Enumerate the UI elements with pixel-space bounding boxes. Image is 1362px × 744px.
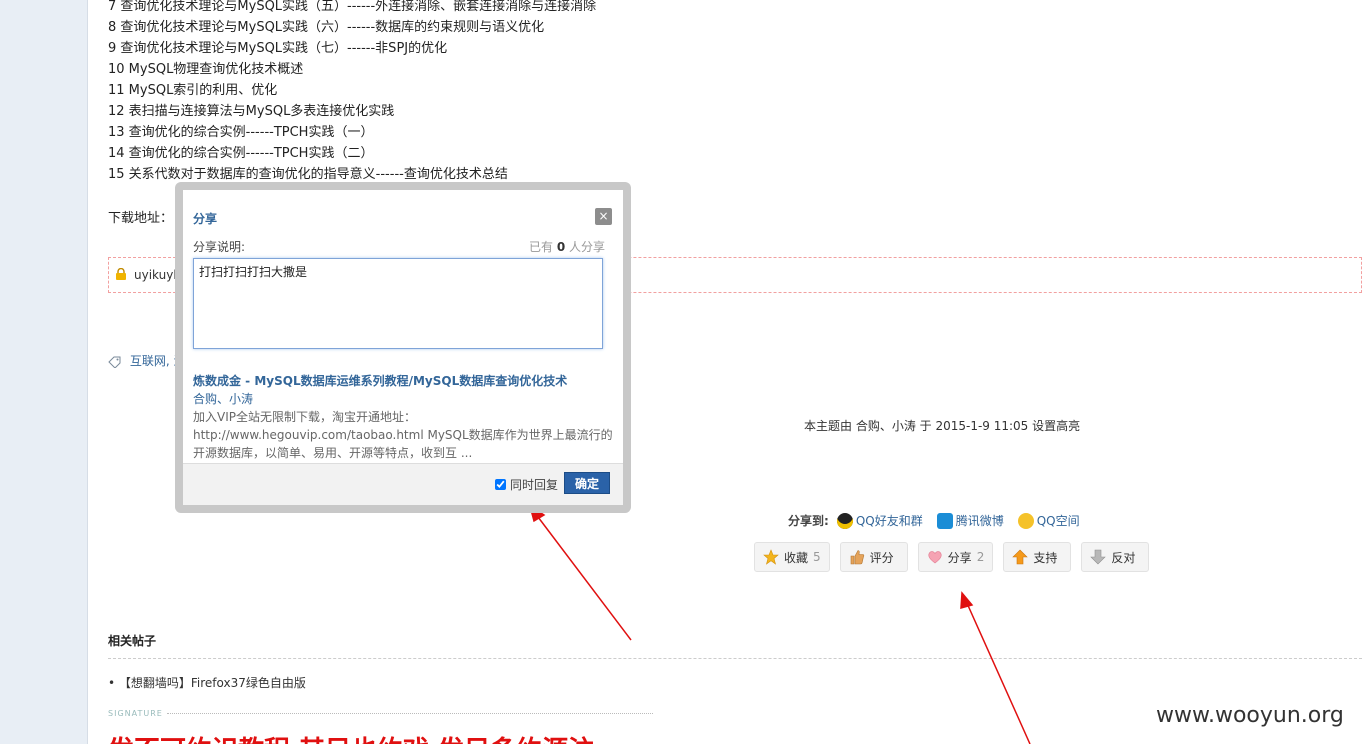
- favorite-button[interactable]: 收藏 5: [754, 542, 830, 572]
- oppose-label: 反对: [1111, 550, 1136, 565]
- toc-line: 13 查询优化的综合实例------TPCH实践（一）: [108, 125, 374, 140]
- toc-line: 10 MySQL物理查询优化技术概述: [108, 62, 304, 77]
- toc-line: 11 MySQL索引的利用、优化: [108, 83, 278, 98]
- highlight-note: 本主题由 合购、小涛 于 2015-1-9 11:05 设置高亮: [804, 419, 1081, 433]
- related-divider: [108, 658, 1362, 659]
- support-button[interactable]: 支持: [1003, 542, 1072, 572]
- share-dialog-footer: 同时回复 确定: [183, 463, 623, 505]
- tencent-weibo-icon: [936, 512, 953, 529]
- oppose-button[interactable]: 反对: [1081, 542, 1150, 572]
- shared-suffix: 人分享: [565, 240, 605, 254]
- signature-label: SIGNATURE: [108, 709, 163, 718]
- shared-post-excerpt: 加入VIP全站无限制下载，淘宝开通地址：http://www.hegouvip.…: [193, 410, 613, 460]
- arrow-down-icon: [1090, 549, 1107, 565]
- signature-divider: SIGNATURE: [108, 709, 653, 718]
- toc-line: 7 查询优化技术理论与MySQL实践（五）------外连接消除、嵌套连接消除与…: [108, 0, 597, 14]
- signature-dots: [166, 713, 653, 714]
- toc-line: 8 查询优化技术理论与MySQL实践（六）------数据库的约束规则与语义优化: [108, 20, 545, 35]
- share-dialog-title: 分享: [193, 212, 218, 226]
- reply-too-checkbox[interactable]: 同时回复: [495, 476, 558, 493]
- toc-line: 9 查询优化技术理论与MySQL实践（七）------非SPJ的优化: [108, 41, 448, 56]
- share-link-label: QQ空间: [1036, 514, 1080, 528]
- toc-line: 14 查询优化的综合实例------TPCH实践（二）: [108, 146, 374, 161]
- shared-prefix: 已有: [528, 240, 557, 254]
- tag-list: 互联网, 淘: [108, 352, 185, 369]
- share-label: 分享: [947, 550, 972, 565]
- related-post-link[interactable]: • 【想翻墙吗】Firefox37绿色自由版: [108, 674, 306, 691]
- left-sidebar-rail: [0, 0, 88, 744]
- share-dialog-frame: 分享 × 分享说明: 已有 0 人分享 打扫打扫打扫大撒是 炼数成金 - MyS…: [175, 182, 631, 513]
- reply-checkbox-label: 同时回复: [510, 478, 559, 492]
- toc-line: 12 表扫描与连接算法与MySQL多表连接优化实践: [108, 104, 395, 119]
- qq-penguin-icon: [836, 512, 853, 529]
- thumbs-up-icon: [850, 550, 864, 565]
- share-to-label: 分享到:: [788, 514, 829, 528]
- rate-label: 评分: [869, 550, 894, 565]
- share-link-label: 腾讯微博: [955, 514, 1004, 528]
- rate-button[interactable]: 评分: [839, 542, 908, 572]
- shared-count-number: 0: [556, 240, 566, 254]
- share-qzone-link[interactable]: QQ空间: [1017, 512, 1080, 529]
- reply-checkbox-input[interactable]: [495, 479, 506, 490]
- watermark: www.wooyun.org: [1156, 703, 1344, 728]
- tag-icon: [108, 356, 121, 368]
- shared-post-title[interactable]: 炼数成金 - MySQL数据库运维系列教程/MySQL数据库查询优化技术: [193, 372, 567, 389]
- share-count: 2: [976, 550, 985, 564]
- confirm-button[interactable]: 确定: [564, 472, 610, 494]
- red-annotation-text: 发不可约识教程 其目也约戏 发目多约源注: [108, 730, 594, 744]
- share-qq-friends-link[interactable]: QQ好友和群: [836, 512, 923, 529]
- share-dialog: 分享 × 分享说明: 已有 0 人分享 打扫打扫打扫大撒是 炼数成金 - MyS…: [183, 190, 623, 505]
- share-to-bar: 分享到: QQ好友和群 腾讯微博 QQ空间: [788, 512, 1090, 529]
- share-link-label: QQ好友和群: [855, 514, 923, 528]
- share-description-label: 分享说明:: [193, 240, 246, 254]
- lock-icon: [116, 268, 126, 280]
- close-icon[interactable]: ×: [595, 208, 612, 225]
- share-description-input[interactable]: 打扫打扫打扫大撒是: [193, 258, 603, 349]
- related-posts-title: 相关帖子: [108, 634, 157, 648]
- download-label: 下载地址：: [108, 211, 174, 226]
- qzone-star-icon: [1017, 512, 1034, 529]
- favorite-label: 收藏: [784, 550, 809, 565]
- arrow-up-icon: [1012, 549, 1029, 565]
- share-tencent-weibo-link[interactable]: 腾讯微博: [936, 512, 1004, 529]
- shared-post-author[interactable]: 合购、小涛: [193, 390, 253, 407]
- share-button[interactable]: 分享 2: [917, 542, 994, 572]
- favorite-count: 5: [813, 550, 821, 564]
- heart-icon: [928, 551, 942, 564]
- star-icon: [763, 549, 779, 565]
- post-action-bar: 收藏 5 评分 分享 2 支持 反对: [754, 542, 1150, 572]
- shared-count-text: 已有 0 人分享: [529, 238, 605, 255]
- support-label: 支持: [1033, 550, 1058, 565]
